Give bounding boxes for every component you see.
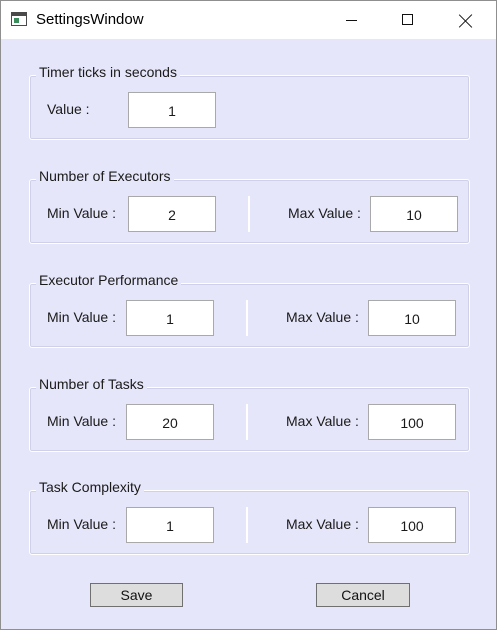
complexity-group: Task Complexity Min Value : 1 Max Value … bbox=[29, 479, 470, 555]
close-icon bbox=[459, 14, 473, 28]
complexity-max-label: Max Value : bbox=[286, 516, 359, 532]
tasks-min-input[interactable]: 20 bbox=[126, 404, 214, 440]
performance-min-label: Min Value : bbox=[47, 309, 116, 325]
maximize-icon bbox=[402, 14, 413, 25]
performance-separator bbox=[246, 300, 248, 336]
performance-max-input[interactable]: 10 bbox=[368, 300, 456, 336]
executors-max-label: Max Value : bbox=[288, 205, 361, 221]
close-button[interactable] bbox=[437, 1, 495, 39]
executors-min-label: Min Value : bbox=[47, 205, 116, 221]
settings-window: SettingsWindow Timer ticks in seconds Va… bbox=[0, 0, 497, 630]
minimize-icon bbox=[346, 20, 357, 21]
app-window-icon bbox=[11, 12, 27, 26]
complexity-group-legend: Task Complexity bbox=[36, 479, 144, 495]
performance-group: Executor Performance Min Value : 1 Max V… bbox=[29, 272, 470, 348]
tasks-group: Number of Tasks Min Value : 20 Max Value… bbox=[29, 376, 470, 452]
executors-separator bbox=[248, 196, 250, 232]
tasks-max-label: Max Value : bbox=[286, 413, 359, 429]
complexity-min-label: Min Value : bbox=[47, 516, 116, 532]
executors-min-input[interactable]: 2 bbox=[128, 196, 216, 232]
tasks-max-input[interactable]: 100 bbox=[368, 404, 456, 440]
complexity-min-input[interactable]: 1 bbox=[126, 507, 214, 543]
performance-min-input[interactable]: 1 bbox=[126, 300, 214, 336]
timer-value-label: Value : bbox=[47, 101, 90, 117]
window-title: SettingsWindow bbox=[36, 11, 144, 28]
save-button[interactable]: Save bbox=[90, 583, 183, 607]
tasks-group-legend: Number of Tasks bbox=[36, 376, 147, 392]
executors-group: Number of Executors Min Value : 2 Max Va… bbox=[29, 168, 470, 244]
title-bar[interactable]: SettingsWindow bbox=[1, 1, 496, 39]
tasks-min-label: Min Value : bbox=[47, 413, 116, 429]
complexity-max-input[interactable]: 100 bbox=[368, 507, 456, 543]
performance-group-legend: Executor Performance bbox=[36, 272, 182, 288]
timer-group-legend: Timer ticks in seconds bbox=[36, 64, 180, 80]
timer-group: Timer ticks in seconds Value : 1 bbox=[29, 64, 470, 140]
executors-group-legend: Number of Executors bbox=[36, 168, 174, 184]
performance-max-label: Max Value : bbox=[286, 309, 359, 325]
tasks-separator bbox=[246, 404, 248, 440]
minimize-button[interactable] bbox=[322, 1, 380, 39]
complexity-separator bbox=[246, 507, 248, 543]
maximize-button[interactable] bbox=[379, 1, 437, 39]
timer-value-input[interactable]: 1 bbox=[128, 92, 216, 128]
cancel-button[interactable]: Cancel bbox=[316, 583, 410, 607]
executors-max-input[interactable]: 10 bbox=[370, 196, 458, 232]
